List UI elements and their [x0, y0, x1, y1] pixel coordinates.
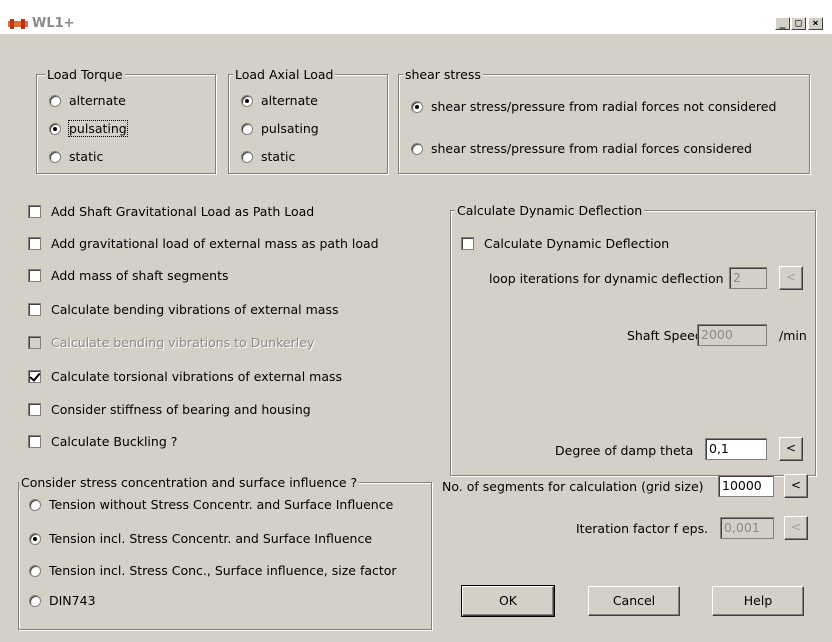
radio-label: alternate — [69, 93, 126, 108]
load-axial-option-pulsating[interactable]: pulsating — [241, 121, 319, 136]
checkbox-mass-shaft-segments[interactable]: Add mass of shaft segments — [28, 268, 229, 283]
damp-theta-input[interactable]: 0,1 — [705, 438, 767, 460]
radio-icon — [29, 564, 41, 577]
radio-label: Tension without Stress Concentr. and Sur… — [49, 497, 394, 512]
shear-stress-option-not-considered[interactable]: shear stress/pressure from radial forces… — [411, 99, 776, 114]
radio-icon — [49, 150, 61, 163]
load-axial-group: Load Axial Load alternate pulsating stat… — [228, 67, 388, 174]
radio-selected-icon — [241, 94, 253, 107]
load-axial-legend: Load Axial Load — [233, 67, 336, 82]
load-torque-option-static[interactable]: static — [49, 149, 103, 164]
radio-icon — [241, 150, 253, 163]
radio-label: alternate — [261, 93, 318, 108]
damp-theta-arrow-button[interactable]: < — [779, 437, 803, 461]
radio-selected-icon — [29, 532, 41, 545]
stress-concentration-group: Consider stress concentration and surfac… — [18, 475, 432, 630]
window-title: WL1+ — [32, 16, 75, 31]
checkbox-label: Calculate Buckling ? — [51, 434, 178, 449]
radio-label: shear stress/pressure from radial forces… — [431, 141, 752, 156]
segments-arrow-button[interactable]: < — [784, 474, 808, 498]
segments-input[interactable]: 10000 — [718, 475, 774, 497]
radio-icon — [411, 142, 423, 155]
checkbox-label: Calculate torsional vibrations of extern… — [51, 369, 343, 384]
checkbox-buckling[interactable]: Calculate Buckling ? — [28, 434, 177, 449]
checkbox-label: Add mass of shaft segments — [51, 268, 229, 283]
loop-iterations-arrow-button[interactable]: < — [779, 266, 803, 290]
radio-label: DIN743 — [49, 593, 96, 608]
radio-icon — [29, 594, 41, 607]
checkbox-icon — [28, 303, 41, 316]
load-torque-legend: Load Torque — [45, 67, 125, 82]
checkbox-icon — [28, 435, 41, 448]
shear-stress-legend: shear stress — [403, 67, 483, 82]
close-button[interactable]: × — [808, 17, 823, 30]
dynamic-deflection-legend: Calculate Dynamic Deflection — [455, 203, 645, 218]
load-torque-group: Load Torque alternate pulsating static — [36, 67, 216, 174]
load-torque-option-pulsating[interactable]: pulsating — [49, 120, 128, 137]
radio-label: Tension incl. Stress Conc., Surface infl… — [49, 563, 397, 578]
minimize-button[interactable]: _ — [775, 17, 790, 30]
radio-label: static — [261, 149, 296, 164]
dialog-window: WL1+ _ □ × Load Torque alternate pulsati… — [0, 0, 832, 642]
radio-label: Tension incl. Stress Concentr. and Surfa… — [49, 531, 373, 546]
checkbox-dunkerley: Calculate bending vibrations to Dunkerle… — [28, 335, 314, 350]
checkbox-icon — [28, 403, 41, 416]
checkbox-checked-icon — [28, 370, 41, 383]
radio-label: shear stress/pressure from radial forces… — [431, 99, 777, 114]
checkbox-bearing-stiffness[interactable]: Consider stiffness of bearing and housin… — [28, 402, 311, 417]
checkbox-icon — [461, 237, 474, 250]
help-button[interactable]: Help — [712, 586, 804, 616]
checkbox-icon — [28, 336, 41, 349]
stress-option-din743[interactable]: DIN743 — [29, 593, 96, 608]
checkbox-dynamic-deflection[interactable]: Calculate Dynamic Deflection — [461, 236, 669, 251]
checkbox-icon — [28, 205, 41, 218]
checkbox-icon — [28, 237, 41, 250]
checkbox-icon — [28, 269, 41, 282]
checkbox-label: Calculate bending vibrations of external… — [51, 302, 339, 317]
checkbox-external-mass-path-load[interactable]: Add gravitational load of external mass … — [28, 236, 379, 251]
loop-iterations-input[interactable]: 2 — [729, 267, 767, 289]
cancel-button[interactable]: Cancel — [588, 586, 680, 616]
load-torque-option-alternate[interactable]: alternate — [49, 93, 126, 108]
radio-icon — [29, 498, 41, 511]
checkbox-bending-vibrations[interactable]: Calculate bending vibrations of external… — [28, 302, 338, 317]
checkbox-label: Add gravitational load of external mass … — [51, 236, 379, 251]
shear-stress-option-considered[interactable]: shear stress/pressure from radial forces… — [411, 141, 752, 156]
title-bar[interactable]: WL1+ _ □ × — [0, 0, 832, 34]
damp-theta-label: Degree of damp theta — [555, 443, 694, 458]
app-icon — [8, 19, 28, 29]
iteration-factor-arrow-button[interactable]: < — [784, 516, 808, 540]
shaft-speed-label: Shaft Speed — [627, 328, 703, 343]
iteration-factor-label: Iteration factor f eps. — [576, 521, 709, 536]
radio-selected-icon — [49, 122, 61, 135]
checkbox-shaft-gravitational-load[interactable]: Add Shaft Gravitational Load as Path Loa… — [28, 204, 314, 219]
load-axial-option-static[interactable]: static — [241, 149, 295, 164]
maximize-button[interactable]: □ — [791, 17, 806, 30]
radio-icon — [49, 94, 61, 107]
radio-selected-icon — [411, 100, 423, 113]
checkbox-label: Add Shaft Gravitational Load as Path Loa… — [51, 204, 315, 219]
checkbox-torsional-vibrations[interactable]: Calculate torsional vibrations of extern… — [28, 369, 342, 384]
checkbox-label: Calculate bending vibrations to Dunkerle… — [51, 335, 315, 350]
radio-icon — [241, 122, 253, 135]
shear-stress-group: shear stress shear stress/pressure from … — [398, 67, 810, 174]
radio-label: pulsating — [68, 120, 128, 137]
radio-label: static — [69, 149, 104, 164]
ok-button[interactable]: OK — [461, 585, 555, 617]
stress-option-size-factor[interactable]: Tension incl. Stress Conc., Surface infl… — [29, 563, 397, 578]
stress-option-incl-concentration[interactable]: Tension incl. Stress Concentr. and Surfa… — [29, 531, 372, 546]
load-axial-option-alternate[interactable]: alternate — [241, 93, 318, 108]
checkbox-label: Consider stiffness of bearing and housin… — [51, 402, 311, 417]
stress-option-without-concentration[interactable]: Tension without Stress Concentr. and Sur… — [29, 497, 393, 512]
dynamic-deflection-group: Calculate Dynamic Deflection Calculate D… — [450, 203, 816, 476]
radio-label: pulsating — [261, 121, 319, 136]
dialog-client-area: Load Torque alternate pulsating static L… — [6, 34, 826, 636]
shaft-speed-input[interactable]: 2000 — [697, 324, 767, 346]
loop-iterations-label: loop iterations for dynamic deflection — [489, 271, 724, 286]
stress-concentration-legend: Consider stress concentration and surfac… — [19, 475, 360, 490]
shaft-speed-unit: /min — [779, 328, 807, 343]
segments-label: No. of segments for calculation (grid si… — [442, 479, 704, 494]
iteration-factor-input[interactable]: 0,001 — [720, 517, 774, 539]
checkbox-label: Calculate Dynamic Deflection — [484, 236, 670, 251]
